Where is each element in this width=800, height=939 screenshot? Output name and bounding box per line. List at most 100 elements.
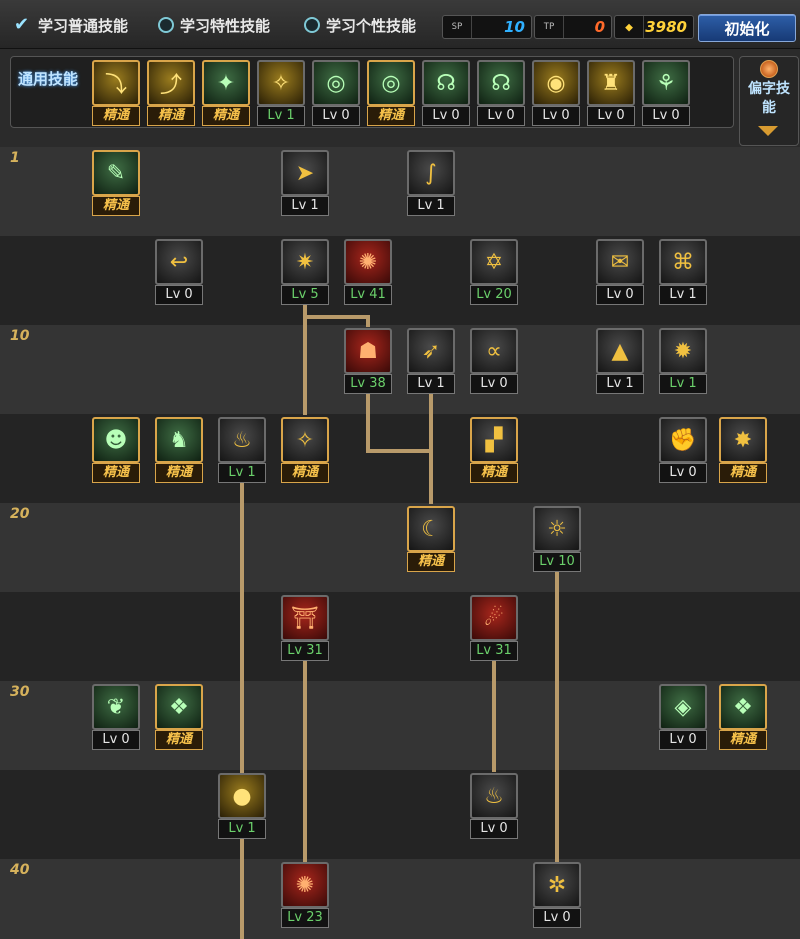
target-skill-icon: ◎ [312,60,360,106]
level-label: 10 [10,328,30,344]
skill-slot[interactable]: ❖ 精通 [155,684,203,750]
witch-skill-icon: ☗ [344,328,392,374]
skill-slot[interactable]: ♞ 精通 [155,417,203,483]
skill-slot[interactable]: ☊ Lv 0 [422,60,470,126]
skill-slot[interactable]: ✊ Lv 0 [659,417,707,483]
hook-skill-icon: ∫ [407,150,455,196]
tp-icon: TP [535,16,564,38]
hat-skill-icon: ▲ [596,328,644,374]
skill-slot[interactable]: ✸ 精通 [719,417,767,483]
skill-slot[interactable]: ☼ Lv 10 [533,506,581,572]
level-badge: Lv 0 [155,285,203,305]
sun-skill-icon: ☼ [533,506,581,552]
skill-slot[interactable]: ◎ 精通 [367,60,415,126]
skill-slot[interactable]: ✺ Lv 41 [344,239,392,305]
tree-connector [366,315,370,327]
gold-counter: ◆ 3980 [614,15,694,39]
swirl-skill-icon: ✲ [533,862,581,908]
tree-connector [492,660,496,772]
level-badge: Lv 0 [92,730,140,750]
tp-value: 0 [594,18,605,36]
crystal2-skill-icon: ❖ [719,684,767,730]
skill-slot[interactable]: ⤴ 精通 [147,60,195,126]
tree-row [0,770,800,859]
tree-connector [555,570,559,862]
skill-slot[interactable]: ◉ Lv 0 [532,60,580,126]
skill-slot[interactable]: ↩ Lv 0 [155,239,203,305]
tree-connector [429,392,433,504]
skill-slot[interactable]: ☄ Lv 31 [470,595,518,661]
level-badge: Lv 31 [281,641,329,661]
skill-slot[interactable]: ◎ Lv 0 [312,60,360,126]
level-badge: Lv 0 [659,463,707,483]
skill-slot[interactable]: ☾ 精通 [407,506,455,572]
level-badge: Lv 38 [344,374,392,394]
mastered-badge: 精通 [281,463,329,483]
skill-slot[interactable]: ☊ Lv 0 [477,60,525,126]
mastered-badge: 精通 [155,463,203,483]
shout2-skill-icon: ☊ [477,60,525,106]
mastered-badge: 精通 [407,552,455,572]
vortex-skill-icon: ✺ [344,239,392,285]
common-skills-label: 通用技能 [18,70,79,88]
level-badge: Lv 1 [659,374,707,394]
skill-slot[interactable]: ✧ 精通 [281,417,329,483]
skill-slot[interactable]: ⤵ 精通 [92,60,140,126]
gate-skill-icon: ⛩ [281,595,329,641]
skill-slot[interactable]: ▲ Lv 1 [596,328,644,394]
skill-slot[interactable]: ✹ Lv 1 [659,328,707,394]
skill-slot[interactable]: ✧ Lv 1 [257,60,305,126]
skill-slot[interactable]: ✉ Lv 0 [596,239,644,305]
skill-slot[interactable]: ◈ Lv 0 [659,684,707,750]
skill-slot[interactable]: ♨ Lv 0 [470,773,518,839]
skill-slot[interactable]: ✷ Lv 5 [281,239,329,305]
skill-slot[interactable]: ✦ 精通 [202,60,250,126]
level-badge: Lv 1 [218,819,266,839]
tab-trait-skills[interactable]: 学习特性技能 [158,14,270,36]
skill-slot[interactable]: ✡ Lv 20 [470,239,518,305]
skill-slot[interactable]: ♨ Lv 1 [218,417,266,483]
skill-slot[interactable]: ❖ 精通 [719,684,767,750]
skill-slot[interactable]: ☗ Lv 38 [344,328,392,394]
level-badge: Lv 0 [587,106,635,126]
mastered-badge: 精通 [92,196,140,216]
skill-slot[interactable]: ∝ Lv 0 [470,328,518,394]
level-badge: Lv 0 [312,106,360,126]
tab-personal-skills[interactable]: 学习个性技能 [304,14,416,36]
skill-slot[interactable]: ✲ Lv 0 [533,862,581,928]
skill-slot[interactable]: ➤ Lv 1 [281,150,329,216]
skill-slot[interactable]: ⛩ Lv 31 [281,595,329,661]
gold-value: 3980 [645,18,687,36]
top-bar: ✔ 学习普通技能 学习特性技能 学习个性技能 SP 10 TP 0 ◆ 3980… [0,0,800,49]
tp-counter: TP 0 [534,15,612,39]
skill-slot[interactable]: ➶ Lv 1 [407,328,455,394]
skill-slot[interactable]: ♜ Lv 0 [587,60,635,126]
skill-slot[interactable]: ⌘ Lv 1 [659,239,707,305]
skill-slot[interactable]: ☻ 精通 [92,417,140,483]
skill-slot[interactable]: ∫ Lv 1 [407,150,455,216]
tree-connector [303,303,307,415]
leaf-skill-icon: ❦ [92,684,140,730]
skill-slot[interactable]: ✎ 精通 [92,150,140,216]
mastered-badge: 精通 [147,106,195,126]
rune-skill-icon: ✡ [470,239,518,285]
initialize-button[interactable]: 初始化 [698,14,796,42]
skill-slot[interactable]: ▞ 精通 [470,417,518,483]
level-badge: Lv 1 [407,374,455,394]
tree-connector [240,838,244,939]
level-badge: Lv 0 [642,106,690,126]
sp-counter: SP 10 [442,15,532,39]
skill-slot[interactable]: ⚘ Lv 0 [642,60,690,126]
radio-icon [158,17,174,33]
expand-arrow-icon[interactable] [758,126,778,136]
door-skill-icon: ▞ [470,417,518,463]
tab-normal-skills[interactable]: ✔ 学习普通技能 [14,14,128,36]
mastered-badge: 精通 [719,730,767,750]
mastered-badge: 精通 [155,730,203,750]
skill-slot[interactable]: ● Lv 1 [218,773,266,839]
skill-slot[interactable]: ✺ Lv 23 [281,862,329,928]
level-badge: Lv 1 [281,196,329,216]
skill-slot[interactable]: ❦ Lv 0 [92,684,140,750]
level-badge: Lv 10 [533,552,581,572]
gold-icon: ◆ [615,16,644,38]
